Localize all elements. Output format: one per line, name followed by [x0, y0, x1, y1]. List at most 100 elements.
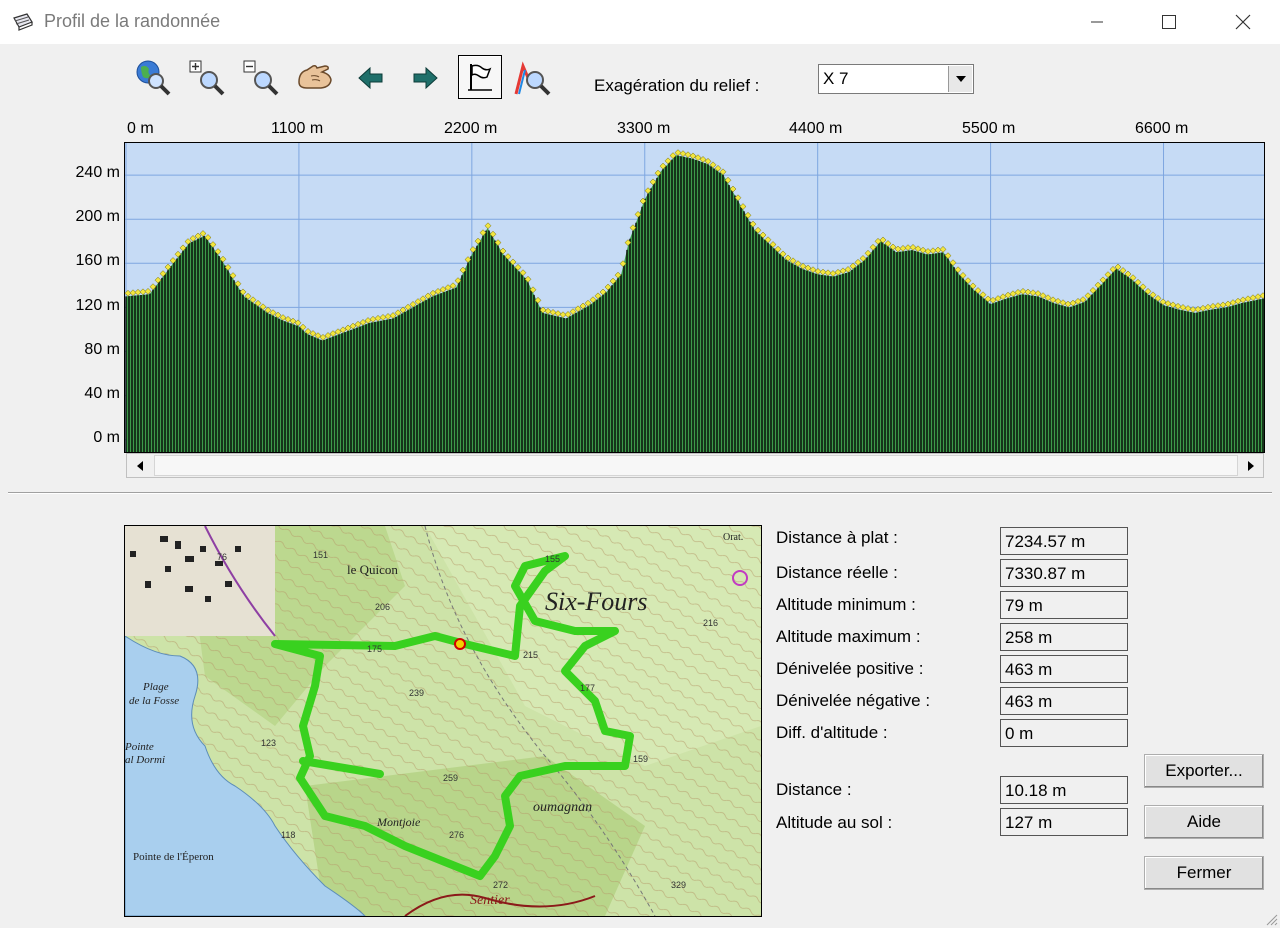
profile-zoom-icon	[514, 61, 551, 96]
maximize-icon	[1162, 15, 1176, 29]
map-label: Orat.	[723, 532, 743, 543]
pan-hand-button[interactable]	[294, 57, 336, 99]
close-button[interactable]: Fermer	[1144, 856, 1264, 890]
y-tick-label: 160 m	[75, 252, 120, 269]
spot-height: 276	[449, 830, 464, 840]
next-button[interactable]	[404, 57, 446, 99]
cursor-stat-value: 127 m	[1000, 808, 1128, 836]
cursor-stat-value: 10.18 m	[1000, 776, 1128, 804]
spot-height: 123	[261, 738, 276, 748]
flag-button[interactable]	[458, 55, 502, 99]
stat-label: Dénivelée positive :	[776, 659, 924, 678]
stat-value: 463 m	[1000, 687, 1128, 715]
y-tick-label: 40 m	[84, 385, 120, 402]
help-button[interactable]: Aide	[1144, 805, 1264, 839]
pan-hand-icon	[298, 65, 332, 89]
minimize-button[interactable]	[1074, 0, 1120, 44]
stat-label: Dénivelée négative :	[776, 691, 931, 710]
spot-height: 272	[493, 880, 508, 890]
map-label: al Dormi	[125, 754, 165, 766]
resize-grip-icon[interactable]	[1264, 912, 1278, 926]
map-label: Plage	[142, 681, 169, 693]
spot-height: 159	[633, 754, 648, 764]
horizontal-scrollbar[interactable]	[126, 453, 1264, 478]
pane-splitter[interactable]	[8, 492, 1272, 494]
spot-height: 215	[523, 650, 538, 660]
maximize-button[interactable]	[1146, 0, 1192, 44]
x-tick-label: 6600 m	[1135, 120, 1189, 137]
x-tick-label: 0 m	[127, 120, 154, 137]
globe-zoom-button[interactable]	[132, 57, 174, 99]
x-tick-label: 2200 m	[444, 120, 498, 137]
map-label: de la Fosse	[129, 695, 179, 707]
flag-icon	[468, 64, 492, 91]
map-label: Pointe de l'Éperon	[133, 851, 214, 863]
x-tick-label: 3300 m	[617, 120, 671, 137]
relief-exaggeration-label: Exagération du relief :	[594, 76, 760, 95]
arrow-right-icon	[413, 66, 438, 90]
x-tick-label: 1100 m	[271, 120, 324, 137]
cursor-stat-label: Altitude au sol :	[776, 813, 893, 832]
zoom-out-button[interactable]	[240, 57, 282, 99]
zoom-in-icon	[189, 60, 225, 96]
map-label: Pointe	[125, 741, 154, 753]
y-tick-label: 200 m	[75, 208, 120, 225]
cursor-stat-label: Distance :	[776, 780, 852, 799]
stat-value: 7234.57 m	[1000, 527, 1128, 555]
scroll-left-button[interactable]	[127, 454, 152, 477]
spot-height: 118	[281, 830, 295, 840]
topographic-map[interactable]: le Quicon Six-Fours Plage de la Fosse Po…	[124, 525, 762, 917]
spot-height: 329	[671, 880, 686, 890]
scroll-right-icon	[1247, 460, 1254, 471]
spot-height: 259	[443, 773, 458, 783]
map-label: le Quicon	[347, 562, 398, 577]
y-tick-label: 240 m	[75, 164, 120, 181]
spot-height: 216	[703, 618, 718, 628]
globe-zoom-icon	[136, 60, 171, 96]
zoom-in-button[interactable]	[186, 57, 228, 99]
previous-button[interactable]	[350, 57, 392, 99]
export-button[interactable]: Exporter...	[1144, 754, 1264, 788]
scroll-right-button[interactable]	[1238, 454, 1263, 477]
profile-zoom-button[interactable]	[512, 57, 554, 99]
scroll-left-icon	[136, 460, 143, 471]
close-window-button[interactable]	[1220, 0, 1266, 44]
x-tick-label: 5500 m	[962, 120, 1016, 137]
spot-height: 239	[409, 688, 424, 698]
map-label: oumagnan	[533, 800, 592, 815]
stat-label: Altitude maximum :	[776, 627, 921, 646]
stat-value: 7330.87 m	[1000, 559, 1128, 587]
scroll-thumb[interactable]	[154, 455, 1238, 476]
arrow-left-icon	[358, 66, 383, 90]
spot-height: 175	[367, 644, 382, 654]
stat-value: 258 m	[1000, 623, 1128, 651]
zoom-out-icon	[243, 60, 279, 96]
map-label: Sentier	[470, 893, 510, 908]
y-tick-label: 80 m	[84, 341, 120, 358]
spot-height: 177	[580, 683, 595, 693]
map-label: Montjoie	[376, 815, 421, 829]
y-tick-label: 0 m	[93, 429, 120, 446]
y-tick-label: 120 m	[75, 297, 120, 314]
dropdown-arrow-button[interactable]	[948, 66, 972, 92]
stat-value: 79 m	[1000, 591, 1128, 619]
stat-value: 0 m	[1000, 719, 1128, 747]
chevron-down-icon	[955, 76, 966, 82]
title-bar: Profil de la randonnée	[0, 0, 1280, 44]
map-label: Six-Fours	[545, 587, 648, 616]
spot-height: 151	[313, 550, 328, 560]
stat-label: Diff. d'altitude :	[776, 723, 888, 742]
minimize-icon	[1091, 21, 1103, 23]
stat-label: Distance à plat :	[776, 528, 898, 547]
stat-label: Distance réelle :	[776, 563, 898, 582]
relief-exaggeration-value: X 7	[823, 69, 849, 88]
relief-exaggeration-select[interactable]: X 7	[818, 64, 974, 94]
app-icon	[13, 13, 33, 31]
elevation-profile-chart[interactable]	[124, 142, 1265, 453]
spot-height: 76	[217, 552, 227, 562]
spot-height: 155	[545, 554, 560, 564]
window-title: Profil de la randonnée	[44, 11, 221, 31]
spot-height: 206	[375, 602, 390, 612]
close-icon	[1235, 14, 1251, 30]
map-canvas: le Quicon Six-Fours Plage de la Fosse Po…	[125, 526, 761, 916]
